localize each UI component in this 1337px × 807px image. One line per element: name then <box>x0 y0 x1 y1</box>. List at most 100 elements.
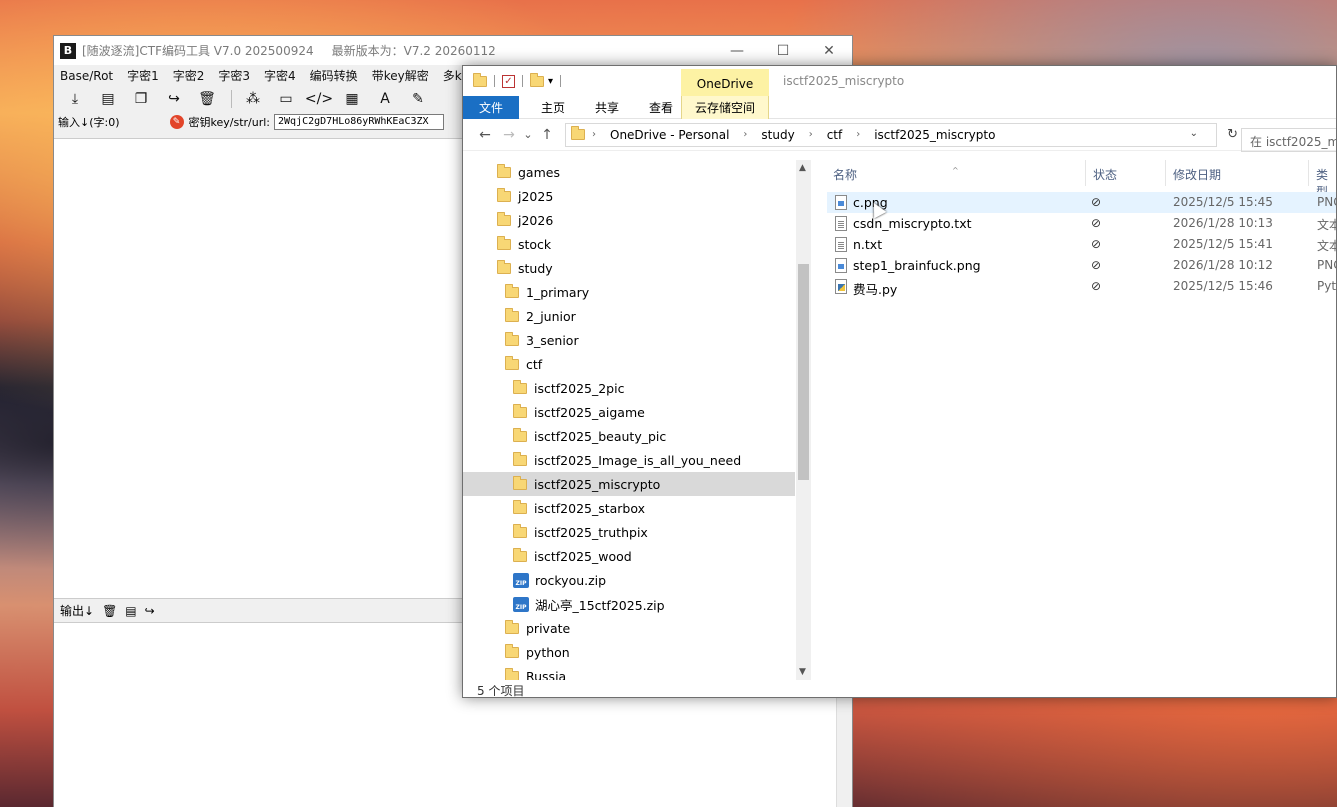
file-name: step1_brainfuck.png <box>853 258 981 273</box>
tree-item[interactable]: isctf2025_2pic <box>463 376 795 400</box>
breadcrumb-ctf[interactable]: ctf <box>827 128 843 142</box>
txt-file-icon <box>835 237 847 252</box>
output-label: 输出↓ <box>60 604 95 618</box>
tree-item[interactable]: stock <box>463 232 795 256</box>
tree-item-label: 2_junior <box>526 308 576 324</box>
output-share-icon[interactable]: ↪ <box>145 604 155 618</box>
tree-item[interactable]: isctf2025_wood <box>463 544 795 568</box>
base64-icon[interactable]: ⁂ <box>240 88 266 110</box>
scroll-thumb[interactable] <box>798 264 809 480</box>
tree-item[interactable]: j2026 <box>463 208 795 232</box>
tab-home[interactable]: 主页 <box>533 99 573 116</box>
paste-icon[interactable]: ❐ <box>128 88 154 110</box>
copy-icon[interactable]: ▤ <box>95 88 121 110</box>
new-folder-icon[interactable] <box>530 72 544 87</box>
column-status[interactable]: 状态 <box>1093 166 1117 183</box>
tree-item[interactable]: isctf2025_aigame <box>463 400 795 424</box>
minimize-button[interactable]: — <box>714 36 760 65</box>
file-row[interactable]: c.png⊘2025/12/5 15:45PNG <box>827 192 1336 213</box>
properties-icon[interactable]: ✓ <box>502 74 515 88</box>
font-icon[interactable]: A <box>372 88 398 110</box>
tree-item[interactable]: 3_senior <box>463 328 795 352</box>
explorer-window-title: isctf2025_miscrypto <box>783 74 905 88</box>
calculator-icon[interactable]: ▦ <box>339 88 365 110</box>
tree-item[interactable]: isctf2025_Image_is_all_you_need <box>463 448 795 472</box>
folder-icon <box>513 523 527 538</box>
input-textarea[interactable] <box>54 138 463 598</box>
terminal-icon[interactable]: ▭ <box>273 88 299 110</box>
tree-item[interactable]: j2025 <box>463 184 795 208</box>
menu-zimi2[interactable]: 字密2 <box>173 67 205 84</box>
menu-encoding-convert[interactable]: 编码转换 <box>310 67 358 84</box>
tree-item[interactable]: isctf2025_beauty_pic <box>463 424 795 448</box>
tree-item[interactable]: python <box>463 640 795 664</box>
scroll-down-icon[interactable]: ▼ <box>799 667 806 677</box>
edit-icon[interactable]: ✎ <box>405 88 431 110</box>
recent-locations-button[interactable]: ⌄ <box>521 128 535 141</box>
menu-base-rot[interactable]: Base/Rot <box>60 69 113 83</box>
key-input[interactable]: 2WqjC2gD7HLo86yRWhKEaC3ZX <box>274 114 445 130</box>
output-copy-icon[interactable]: ▤ <box>125 604 136 618</box>
txt-file-icon <box>835 216 847 231</box>
maximize-button[interactable]: ☐ <box>760 36 806 65</box>
forward-button[interactable]: → <box>497 127 521 143</box>
file-explorer-window: ✓ ▾ OneDrive isctf2025_miscrypto 文件 主页 共… <box>462 65 1337 698</box>
tree-item[interactable]: private <box>463 616 795 640</box>
qat-divider <box>560 75 562 87</box>
address-dropdown-icon[interactable]: ⌄ <box>1190 128 1198 139</box>
tab-file[interactable]: 文件 <box>463 95 519 119</box>
breadcrumb-separator[interactable]: › <box>856 129 860 140</box>
ctf-title-bar[interactable]: B [随波逐流]CTF编码工具 V7.0 202500924 最新版本为：V7.… <box>54 36 852 65</box>
scroll-up-icon[interactable]: ▲ <box>799 163 806 173</box>
tree-item[interactable]: study <box>463 256 795 280</box>
tree-scrollbar[interactable]: ▲ ▼ <box>796 160 811 680</box>
import-icon[interactable]: ⤓ <box>62 88 88 110</box>
tab-view[interactable]: 查看 <box>641 99 681 116</box>
onedrive-context-tab[interactable]: OneDrive <box>681 69 769 99</box>
column-name[interactable]: 名称 <box>833 166 857 183</box>
sync-status-icon: ⊘ <box>1091 279 1102 293</box>
tree-item[interactable]: ctf <box>463 352 795 376</box>
tree-item[interactable]: games <box>463 160 795 184</box>
file-row[interactable]: n.txt ⊘ 2025/12/5 15:41 文本 <box>827 234 1336 255</box>
tab-share[interactable]: 共享 <box>587 99 627 116</box>
file-row[interactable]: 费马.py ⊘ 2025/12/5 15:46 Pyth <box>827 276 1336 297</box>
breadcrumb-separator[interactable]: › <box>809 129 813 140</box>
tree-item[interactable]: isctf2025_truthpix <box>463 520 795 544</box>
breadcrumb-separator[interactable]: › <box>592 129 596 140</box>
menu-zimi4[interactable]: 字密4 <box>264 67 296 84</box>
folder-icon <box>497 163 511 178</box>
folder-icon <box>513 547 527 562</box>
output-trash-icon[interactable]: 🗑 <box>102 604 117 618</box>
refresh-icon[interactable]: ↻ <box>1227 127 1238 142</box>
back-button[interactable]: ← <box>473 127 497 143</box>
close-button[interactable]: ✕ <box>806 36 852 65</box>
tree-item-label: ctf <box>526 356 543 372</box>
code-icon[interactable]: </> <box>305 88 333 110</box>
menu-zimi1[interactable]: 字密1 <box>127 67 159 84</box>
tree-item[interactable]: ZIP 湖心亭_15ctf2025.zip <box>463 592 795 616</box>
tree-item[interactable]: isctf2025_miscrypto <box>463 472 795 496</box>
tree-item[interactable]: 1_primary <box>463 280 795 304</box>
trash-icon[interactable]: 🗑 <box>194 88 220 110</box>
menu-key-decrypt[interactable]: 带key解密 <box>372 67 429 84</box>
file-row[interactable]: csdn_miscrypto.txt ⊘ 2026/1/28 10:13 文本 <box>827 213 1336 234</box>
tree-item[interactable]: Russia <box>463 664 795 680</box>
tab-cloud-storage[interactable]: 云存储空间 <box>681 96 769 119</box>
tree-item[interactable]: 2_junior <box>463 304 795 328</box>
search-input[interactable]: 在 isctf2025_mi <box>1241 128 1336 152</box>
file-row[interactable]: step1_brainfuck.png ⊘ 2026/1/28 10:12 PNG <box>827 255 1336 276</box>
up-button[interactable]: ↑ <box>535 127 559 143</box>
qat-dropdown-icon[interactable]: ▾ <box>548 76 553 87</box>
menu-zimi3[interactable]: 字密3 <box>218 67 250 84</box>
address-bar[interactable]: › OneDrive - Personal › study › ctf › is… <box>565 122 1238 147</box>
breadcrumb-current[interactable]: isctf2025_miscrypto <box>874 128 995 142</box>
folder-icon <box>505 667 519 680</box>
breadcrumb-study[interactable]: study <box>761 128 794 142</box>
breadcrumb-separator[interactable]: › <box>743 129 747 140</box>
share-icon[interactable]: ↪ <box>161 88 187 110</box>
breadcrumb-onedrive[interactable]: OneDrive - Personal <box>610 128 729 142</box>
tree-item[interactable]: ZIP rockyou.zip <box>463 568 795 592</box>
column-modified[interactable]: 修改日期 <box>1173 166 1221 183</box>
tree-item[interactable]: isctf2025_starbox <box>463 496 795 520</box>
